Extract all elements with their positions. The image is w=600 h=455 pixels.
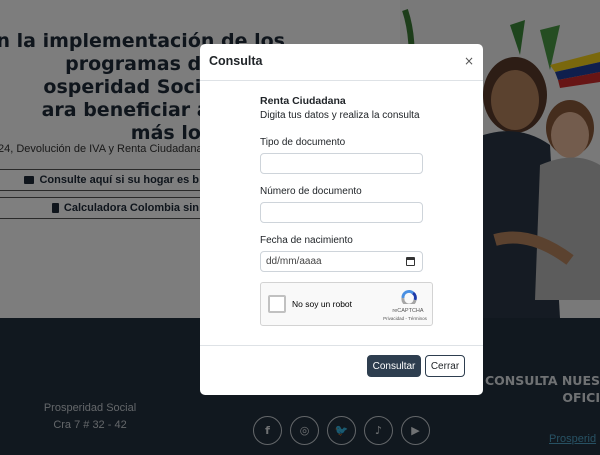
modal-footer-divider [200, 345, 483, 346]
recaptcha-label: No soy un robot [292, 299, 353, 309]
modal-title: Consulta [209, 54, 263, 68]
consultar-button[interactable]: Consultar [367, 355, 421, 377]
consulta-modal: Consulta × Renta Ciudadana Digita tus da… [200, 44, 483, 395]
doc-type-label: Tipo de documento [260, 137, 346, 148]
calendar-icon[interactable] [406, 257, 415, 266]
doc-number-label: Número de documento [260, 186, 362, 197]
recaptcha-logo-icon [401, 290, 417, 304]
cerrar-button[interactable]: Cerrar [425, 355, 465, 377]
doc-type-select[interactable] [260, 153, 423, 174]
recaptcha-widget: No soy un robot reCAPTCHA Privacidad - T… [260, 282, 433, 326]
recaptcha-links[interactable]: Privacidad - Términos [379, 316, 431, 321]
form-heading: Renta Ciudadana [260, 95, 346, 107]
form-subheading: Digita tus datos y realiza la consulta [260, 110, 420, 121]
birth-date-placeholder: dd/mm/aaaa [266, 256, 322, 267]
birth-date-label: Fecha de nacimiento [260, 235, 353, 246]
close-icon[interactable]: × [464, 54, 474, 68]
recaptcha-brand: reCAPTCHA [392, 308, 424, 314]
birth-date-input[interactable]: dd/mm/aaaa [260, 251, 423, 272]
modal-header: Consulta × [200, 44, 483, 81]
doc-number-input[interactable] [260, 202, 423, 223]
recaptcha-checkbox[interactable] [268, 295, 286, 313]
